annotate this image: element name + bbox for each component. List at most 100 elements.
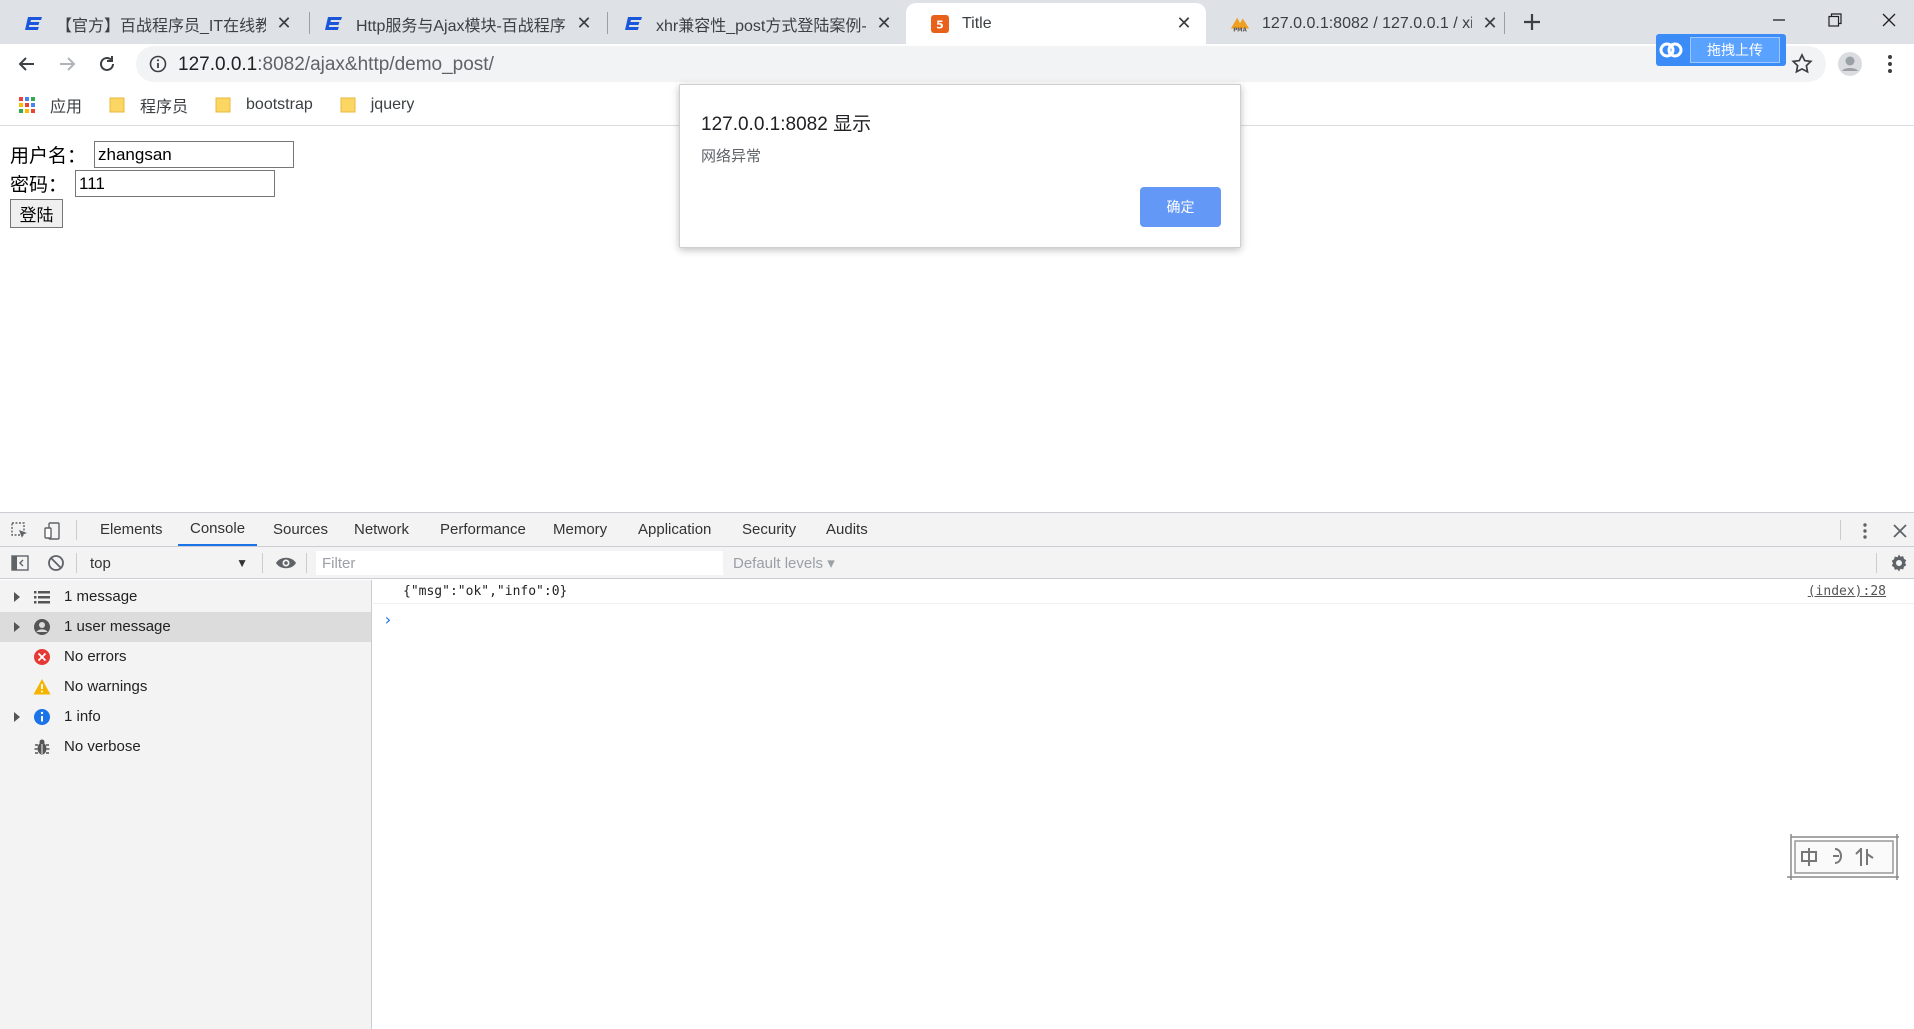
- tab-http-ajax[interactable]: Http服务与Ajax模块-百战程序员 ✕: [300, 3, 606, 44]
- sidebar-item-label: 1 info: [64, 708, 101, 725]
- context-selector[interactable]: top ▼: [82, 552, 254, 574]
- settings-gear-icon[interactable]: [1889, 553, 1909, 573]
- tab-sources[interactable]: Sources: [261, 513, 340, 546]
- svg-text:5: 5: [936, 18, 944, 31]
- tab-strip: 【官方】百战程序员_IT在线教育 ✕ Http服务与Ajax模块-百战程序员 ✕…: [0, 0, 1914, 44]
- browser-toolbar: 127.0.0.1:8082/ajax&http/demo_post/: [0, 44, 1914, 84]
- tab-title-active[interactable]: 5 Title ✕: [906, 3, 1206, 44]
- login-button[interactable]: 登陆: [10, 199, 63, 228]
- tab-title: 【官方】百战程序员_IT在线教育: [56, 17, 266, 35]
- tab-elements[interactable]: Elements: [88, 513, 175, 546]
- device-toolbar-icon[interactable]: [43, 521, 63, 541]
- new-tab-button[interactable]: [1518, 8, 1546, 36]
- sidebar-item-label: No warnings: [64, 678, 148, 695]
- close-icon[interactable]: ✕: [574, 13, 594, 34]
- site-info-icon[interactable]: [148, 54, 168, 74]
- close-icon[interactable]: ✕: [1174, 13, 1194, 34]
- toolbar-divider: [306, 553, 307, 573]
- user-icon: [33, 618, 51, 636]
- reload-button[interactable]: [91, 48, 123, 80]
- baidu-upload-label[interactable]: 拖拽上传: [1690, 37, 1780, 63]
- folder-icon: [339, 96, 357, 114]
- sidebar-item-label: No errors: [64, 648, 127, 665]
- password-row: 密码：: [10, 170, 276, 197]
- profile-avatar[interactable]: [1836, 50, 1864, 78]
- bookmark-folder-programmer[interactable]: 程序员: [108, 93, 188, 117]
- log-levels-dropdown[interactable]: Default levels ▾: [733, 552, 835, 574]
- devtools-panel: Elements Console Sources Network Perform…: [0, 512, 1914, 1029]
- console-output[interactable]: {"msg":"ok","info":0} (index):28 ›: [373, 580, 1914, 1029]
- sidebar-item-user-messages[interactable]: 1 user message: [0, 612, 371, 642]
- username-input[interactable]: [94, 141, 295, 168]
- svg-text:PMA: PMA: [1233, 27, 1247, 32]
- bjsxt-logo-icon: [324, 14, 344, 34]
- sidebar-item-messages[interactable]: 1 message: [0, 582, 371, 612]
- password-label: 密码：: [10, 174, 68, 196]
- bookmark-folder-jquery[interactable]: jquery: [339, 95, 415, 114]
- bookmark-apps[interactable]: 应用: [18, 93, 82, 117]
- tab-console[interactable]: Console: [178, 513, 258, 546]
- close-devtools-icon[interactable]: [1890, 521, 1910, 541]
- dropdown-arrow-icon: ▼: [236, 556, 248, 570]
- tab-xhr-post[interactable]: xhr兼容性_post方式登陆案例-【 ✕: [600, 3, 906, 44]
- expand-arrow-icon[interactable]: [14, 712, 20, 722]
- alert-dialog: 127.0.0.1:8082 显示 网络异常 确定: [679, 84, 1241, 248]
- tab-title: 127.0.0.1:8082 / 127.0.0.1 / xixi: [1262, 14, 1472, 32]
- tab-memory[interactable]: Memory: [541, 513, 619, 546]
- tab-application[interactable]: Application: [626, 513, 723, 546]
- sidebar-item-warnings[interactable]: No warnings: [0, 672, 371, 702]
- sidebar-item-label: 1 user message: [64, 618, 171, 635]
- clear-console-icon[interactable]: [46, 553, 66, 573]
- tab-audits[interactable]: Audits: [814, 513, 880, 546]
- tab-title: Title: [962, 14, 992, 32]
- info-icon: [33, 708, 51, 726]
- close-window-button[interactable]: [1860, 0, 1914, 40]
- sidebar-item-verbose[interactable]: No verbose: [0, 732, 371, 762]
- back-button[interactable]: [11, 48, 43, 80]
- console-filter-input[interactable]: Filter: [316, 551, 723, 575]
- sidebar-item-info[interactable]: 1 info: [0, 702, 371, 732]
- sidebar-item-errors[interactable]: No errors: [0, 642, 371, 672]
- toolbar-divider: [76, 553, 77, 573]
- expand-arrow-icon[interactable]: [14, 592, 20, 602]
- toolbar-divider: [262, 553, 263, 573]
- folder-icon: [214, 96, 232, 114]
- tab-security[interactable]: Security: [730, 513, 808, 546]
- dialog-title: 127.0.0.1:8082 显示: [701, 114, 872, 135]
- browser-menu-icon[interactable]: [1878, 50, 1902, 78]
- dialog-ok-button[interactable]: 确定: [1140, 187, 1221, 227]
- close-icon[interactable]: ✕: [274, 13, 294, 34]
- close-icon[interactable]: ✕: [1480, 13, 1500, 34]
- password-input[interactable]: [75, 170, 276, 197]
- tab-title: xhr兼容性_post方式登陆案例-【: [656, 17, 866, 35]
- bookmark-star-icon[interactable]: [1790, 52, 1814, 76]
- bookmark-label: bootstrap: [246, 95, 313, 113]
- tab-phpmyadmin[interactable]: PMA 127.0.0.1:8082 / 127.0.0.1 / xixi ✕: [1206, 3, 1512, 44]
- log-message: {"msg":"ok","info":0}: [403, 584, 568, 599]
- bug-icon: [33, 738, 51, 756]
- bookmark-folder-bootstrap[interactable]: bootstrap: [214, 96, 313, 114]
- restore-button[interactable]: [1806, 0, 1864, 40]
- tab-network[interactable]: Network: [342, 513, 421, 546]
- close-icon[interactable]: ✕: [874, 13, 894, 34]
- console-prompt[interactable]: ›: [383, 610, 393, 629]
- address-bar[interactable]: 127.0.0.1:8082/ajax&http/demo_post/: [136, 46, 1826, 82]
- expand-arrow-icon[interactable]: [14, 622, 20, 632]
- tab-performance[interactable]: Performance: [428, 513, 538, 546]
- show-sidebar-icon[interactable]: [10, 553, 30, 573]
- url-text[interactable]: 127.0.0.1:8082/ajax&http/demo_post/: [178, 54, 494, 76]
- devtools-menu-icon[interactable]: [1855, 521, 1875, 541]
- inspect-element-icon[interactable]: [10, 521, 30, 541]
- forward-button[interactable]: [51, 48, 83, 80]
- username-row: 用户名：: [10, 141, 295, 168]
- username-label: 用户名：: [10, 145, 87, 167]
- tab-separator: [1504, 12, 1505, 34]
- warning-icon: [33, 678, 51, 696]
- tab-bjsxt-home[interactable]: 【官方】百战程序员_IT在线教育 ✕: [0, 3, 306, 44]
- bookmark-label: jquery: [370, 95, 415, 113]
- ime-toolbar-icon[interactable]: [1783, 832, 1907, 882]
- log-source-link[interactable]: (index):28: [1808, 584, 1886, 599]
- eye-icon[interactable]: [275, 553, 296, 573]
- baidu-upload-widget[interactable]: 拖拽上传: [1656, 34, 1786, 66]
- console-sidebar: 1 message 1 user message No errors No wa…: [0, 580, 372, 1029]
